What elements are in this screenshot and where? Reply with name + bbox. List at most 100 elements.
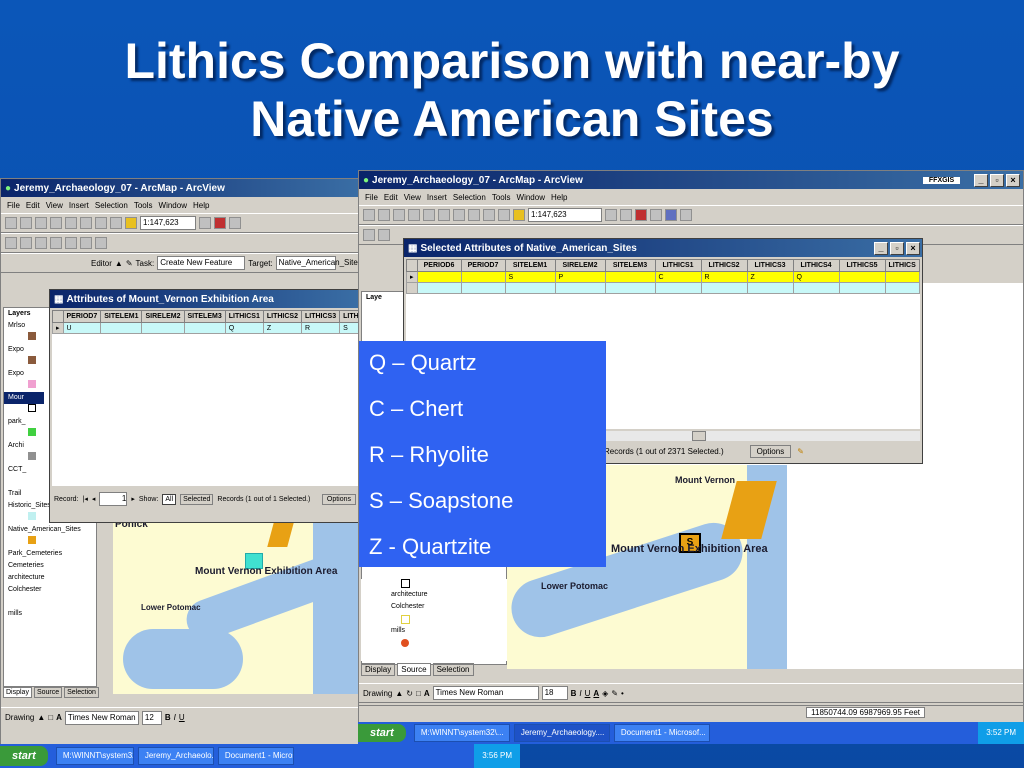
column-header[interactable]: LITHICS2 [262, 310, 302, 323]
table-cell[interactable]: R [700, 271, 748, 283]
table-cell[interactable] [884, 282, 920, 294]
left-font-combo[interactable]: Times New Roman [64, 710, 139, 725]
text-icon[interactable]: A [424, 689, 430, 698]
add-data-icon[interactable] [513, 209, 525, 221]
row-selector[interactable]: ▸ [406, 271, 418, 283]
copy-icon[interactable] [80, 217, 92, 229]
column-header[interactable]: LITHICS3 [746, 259, 794, 272]
target-combo[interactable]: Native_American_Sites [275, 256, 361, 270]
column-header[interactable]: SITELEM3 [604, 259, 656, 272]
menu-window[interactable]: Window [517, 193, 545, 202]
column-header[interactable]: SITELEM3 [183, 310, 226, 323]
underline-icon[interactable]: U [585, 689, 591, 698]
layout-icon[interactable] [665, 209, 677, 221]
table-cell[interactable] [504, 282, 556, 294]
menu-view[interactable]: View [46, 201, 63, 210]
toc-item[interactable]: architecture [4, 572, 96, 584]
measure-icon[interactable] [80, 237, 92, 249]
editor-toolbar-icon[interactable] [199, 217, 211, 229]
full-extent-icon[interactable] [50, 237, 62, 249]
options-button[interactable]: Options [749, 445, 792, 458]
table-cell[interactable] [604, 282, 656, 294]
redo-icon[interactable] [498, 209, 510, 221]
maximize-icon[interactable]: ▫ [890, 241, 904, 255]
menu-file[interactable]: File [7, 201, 20, 210]
row-selector[interactable] [406, 282, 418, 294]
minimize-icon[interactable]: _ [974, 173, 988, 187]
tab-display[interactable]: Display [361, 663, 396, 676]
delete-icon[interactable] [468, 209, 480, 221]
rectangle-icon[interactable]: □ [416, 689, 421, 698]
underline-icon[interactable]: U [179, 713, 185, 722]
table-cell[interactable] [141, 322, 185, 334]
column-header[interactable]: LITHICS1 [224, 310, 264, 323]
find-icon[interactable] [95, 237, 107, 249]
options-button[interactable]: Options [321, 493, 356, 505]
menu-edit[interactable]: Edit [384, 193, 398, 202]
select-elements-icon[interactable]: ▲ [37, 713, 45, 722]
toc-item[interactable]: Colchester [361, 603, 507, 615]
table-cell[interactable] [460, 271, 506, 283]
prev-record-icon[interactable]: ◂ [92, 495, 96, 503]
toc-item-selected[interactable]: Mour [4, 392, 44, 404]
table-cell[interactable] [604, 271, 656, 283]
bold-icon[interactable]: B [571, 689, 577, 698]
marker-color-icon[interactable]: • [621, 689, 624, 698]
menu-insert[interactable]: Insert [69, 201, 89, 210]
taskbar-item-active[interactable]: Jeremy_Archaeology.... [513, 724, 610, 742]
font-color-icon[interactable]: A [593, 689, 599, 698]
tab-selection[interactable]: Selection [64, 687, 99, 698]
paste-icon[interactable] [453, 209, 465, 221]
table-cell[interactable] [838, 271, 886, 283]
pencil-icon[interactable]: ✎ [797, 447, 804, 456]
table-cell[interactable] [460, 282, 506, 294]
tab-source[interactable]: Source [33, 687, 63, 698]
text-icon[interactable]: A [56, 713, 62, 722]
drawing-menu[interactable]: Drawing [5, 713, 34, 722]
drawing-menu[interactable]: Drawing [363, 689, 392, 698]
save-icon[interactable] [35, 217, 47, 229]
line-color-icon[interactable]: ✎ [611, 689, 618, 698]
cut-icon[interactable] [65, 217, 77, 229]
table-cell[interactable]: Q [792, 271, 840, 283]
column-header[interactable]: LITHICS4 [339, 310, 358, 323]
zoom-in-icon[interactable] [5, 237, 17, 249]
new-icon[interactable] [5, 217, 17, 229]
show-selected-button[interactable]: Selected [180, 493, 214, 505]
globe-tool-icon[interactable] [680, 209, 692, 221]
menu-view[interactable]: View [404, 193, 421, 202]
table-cell[interactable] [654, 282, 702, 294]
record-number-input[interactable]: 1 [99, 492, 128, 506]
tab-display[interactable]: Display [3, 687, 32, 698]
table-cell[interactable]: Z [262, 322, 302, 334]
rectangle-icon[interactable]: □ [48, 713, 53, 722]
print-icon[interactable] [50, 217, 62, 229]
menu-help[interactable]: Help [551, 193, 567, 202]
help-icon[interactable] [650, 209, 662, 221]
editor-toolbar-icon[interactable] [605, 209, 617, 221]
column-header[interactable]: PERIOD7 [460, 259, 506, 272]
identify-icon[interactable] [65, 237, 77, 249]
rotate-icon[interactable]: ↻ [406, 689, 413, 698]
start-button-left[interactable]: start [0, 746, 48, 766]
sketch-tool-icon[interactable]: ✎ [126, 259, 133, 268]
taskbar-item[interactable]: Document1 - Microsof... [217, 747, 294, 765]
pan-icon[interactable] [35, 237, 47, 249]
close-icon[interactable]: × [1006, 173, 1020, 187]
help-icon[interactable] [229, 217, 241, 229]
zoom-out-icon[interactable] [20, 237, 32, 249]
select-elements-icon[interactable]: ▲ [395, 689, 403, 698]
open-icon[interactable] [20, 217, 32, 229]
table-cell[interactable]: Z [746, 271, 794, 283]
taskbar-item[interactable]: Jeremy_Archaeolo... [137, 747, 214, 765]
table-cell[interactable] [416, 282, 462, 294]
taskbar-item[interactable]: Document1 - Microsof... [613, 724, 710, 742]
column-header[interactable]: LITHICS4 [792, 259, 840, 272]
menu-help[interactable]: Help [193, 201, 209, 210]
show-all-button[interactable]: All [162, 493, 177, 505]
bold-icon[interactable]: B [165, 713, 171, 722]
menu-insert[interactable]: Insert [427, 193, 447, 202]
table-cell[interactable] [884, 271, 920, 283]
table-cell[interactable] [183, 322, 226, 334]
paste-icon[interactable] [95, 217, 107, 229]
